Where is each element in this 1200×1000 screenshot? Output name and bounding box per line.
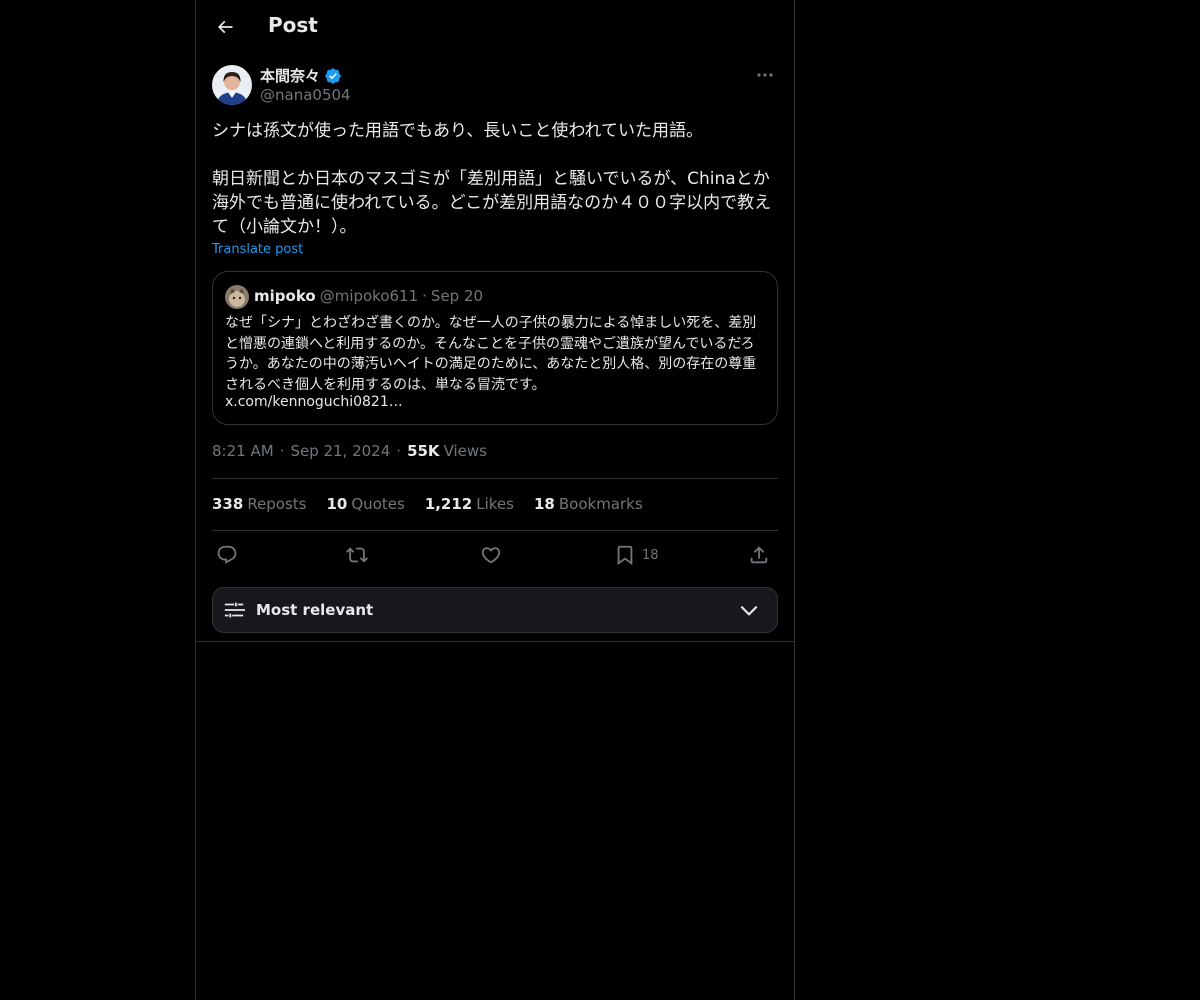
divider [212, 530, 778, 531]
post-meta: 8:21 AM · Sep 21, 2024 · 55K Views [212, 442, 487, 460]
post-time[interactable]: 8:21 AM [212, 442, 274, 460]
quotes-count: 10 [326, 495, 348, 513]
bookmark-icon [617, 545, 633, 566]
action-bar: 18 [212, 540, 778, 570]
quote-link: x.com/kennoguchi0821… [225, 394, 403, 410]
engagement-stats: 338 Reposts 10 Quotes 1,212 Likes 18 Bookmar… [212, 495, 643, 513]
author-handle[interactable]: @nana0504 [260, 86, 351, 104]
divider [196, 641, 794, 642]
bookmark-button[interactable]: 18 [614, 540, 659, 570]
likes-label: Likes [476, 495, 514, 513]
header: Post [196, 0, 794, 54]
meta-separator: · [396, 442, 402, 460]
verified-badge-icon [325, 67, 341, 84]
quote-text: なぜ「シナ」とわざわざ書くのか。なぜ一人の子供の暴力による悼ましい死を、差別と憎… [225, 315, 757, 393]
share-icon [750, 546, 768, 564]
arrow-left-icon [217, 20, 233, 34]
bookmark-count: 18 [642, 547, 659, 563]
share-button[interactable] [748, 540, 770, 570]
reposts-label: Reposts [247, 495, 307, 513]
quote-author-handle: @mipoko611 [319, 287, 419, 305]
likes-count: 1,212 [424, 495, 473, 513]
avatar[interactable] [212, 65, 252, 105]
bookmarks-count: 18 [533, 495, 555, 513]
quote-avatar [225, 285, 249, 309]
sliders-icon [224, 602, 245, 618]
views-count: 55K [407, 442, 440, 460]
post-text: シナは孫文が使った用語でもあり、長いこと使われていた用語。 朝日新聞とか日本のマ… [212, 121, 772, 237]
likes-stat[interactable]: 1,212 Likes [425, 495, 514, 513]
translate-post-link[interactable]: Translate post [212, 242, 303, 257]
chevron-down-icon [740, 606, 758, 616]
post-author: 本間奈々 @nana0504 [212, 64, 778, 108]
sort-label: Most relevant [256, 601, 374, 619]
reposts-count: 338 [212, 495, 244, 513]
quote-author-name: mipoko [254, 287, 316, 305]
views-label: Views [443, 442, 487, 460]
page-title: Post [268, 13, 318, 37]
back-button[interactable] [208, 10, 242, 44]
reply-sort-dropdown[interactable]: Most relevant [212, 587, 778, 633]
author-name[interactable]: 本間奈々 [260, 65, 320, 86]
post-date[interactable]: Sep 21, 2024 [290, 442, 390, 460]
reply-button[interactable] [216, 540, 238, 570]
repost-button[interactable] [346, 540, 368, 570]
bookmarks-label: Bookmarks [558, 495, 643, 513]
repost-icon [346, 547, 368, 563]
quote-separator: · [422, 287, 427, 305]
more-button[interactable] [752, 64, 778, 86]
post-column: Post 本間奈々 @nana0504 シナは孫文が使った用語でもあり、長いこと… [195, 0, 795, 1000]
quote-date: Sep 20 [430, 287, 484, 305]
divider [212, 478, 778, 479]
bookmarks-stat[interactable]: 18 Bookmarks [534, 495, 643, 513]
quoted-post[interactable]: mipoko @mipoko611 · Sep 20 なぜ「シナ」とわざわざ書く… [212, 271, 778, 425]
quote-header: mipoko @mipoko611 · Sep 20 [254, 287, 483, 305]
quotes-label: Quotes [351, 495, 405, 513]
reposts-stat[interactable]: 338 Reposts [212, 495, 307, 513]
like-button[interactable] [480, 540, 502, 570]
quotes-stat[interactable]: 10 Quotes [327, 495, 405, 513]
meta-separator: · [279, 442, 285, 460]
more-icon [757, 73, 773, 77]
reply-icon [217, 545, 237, 564]
like-icon [481, 547, 501, 564]
